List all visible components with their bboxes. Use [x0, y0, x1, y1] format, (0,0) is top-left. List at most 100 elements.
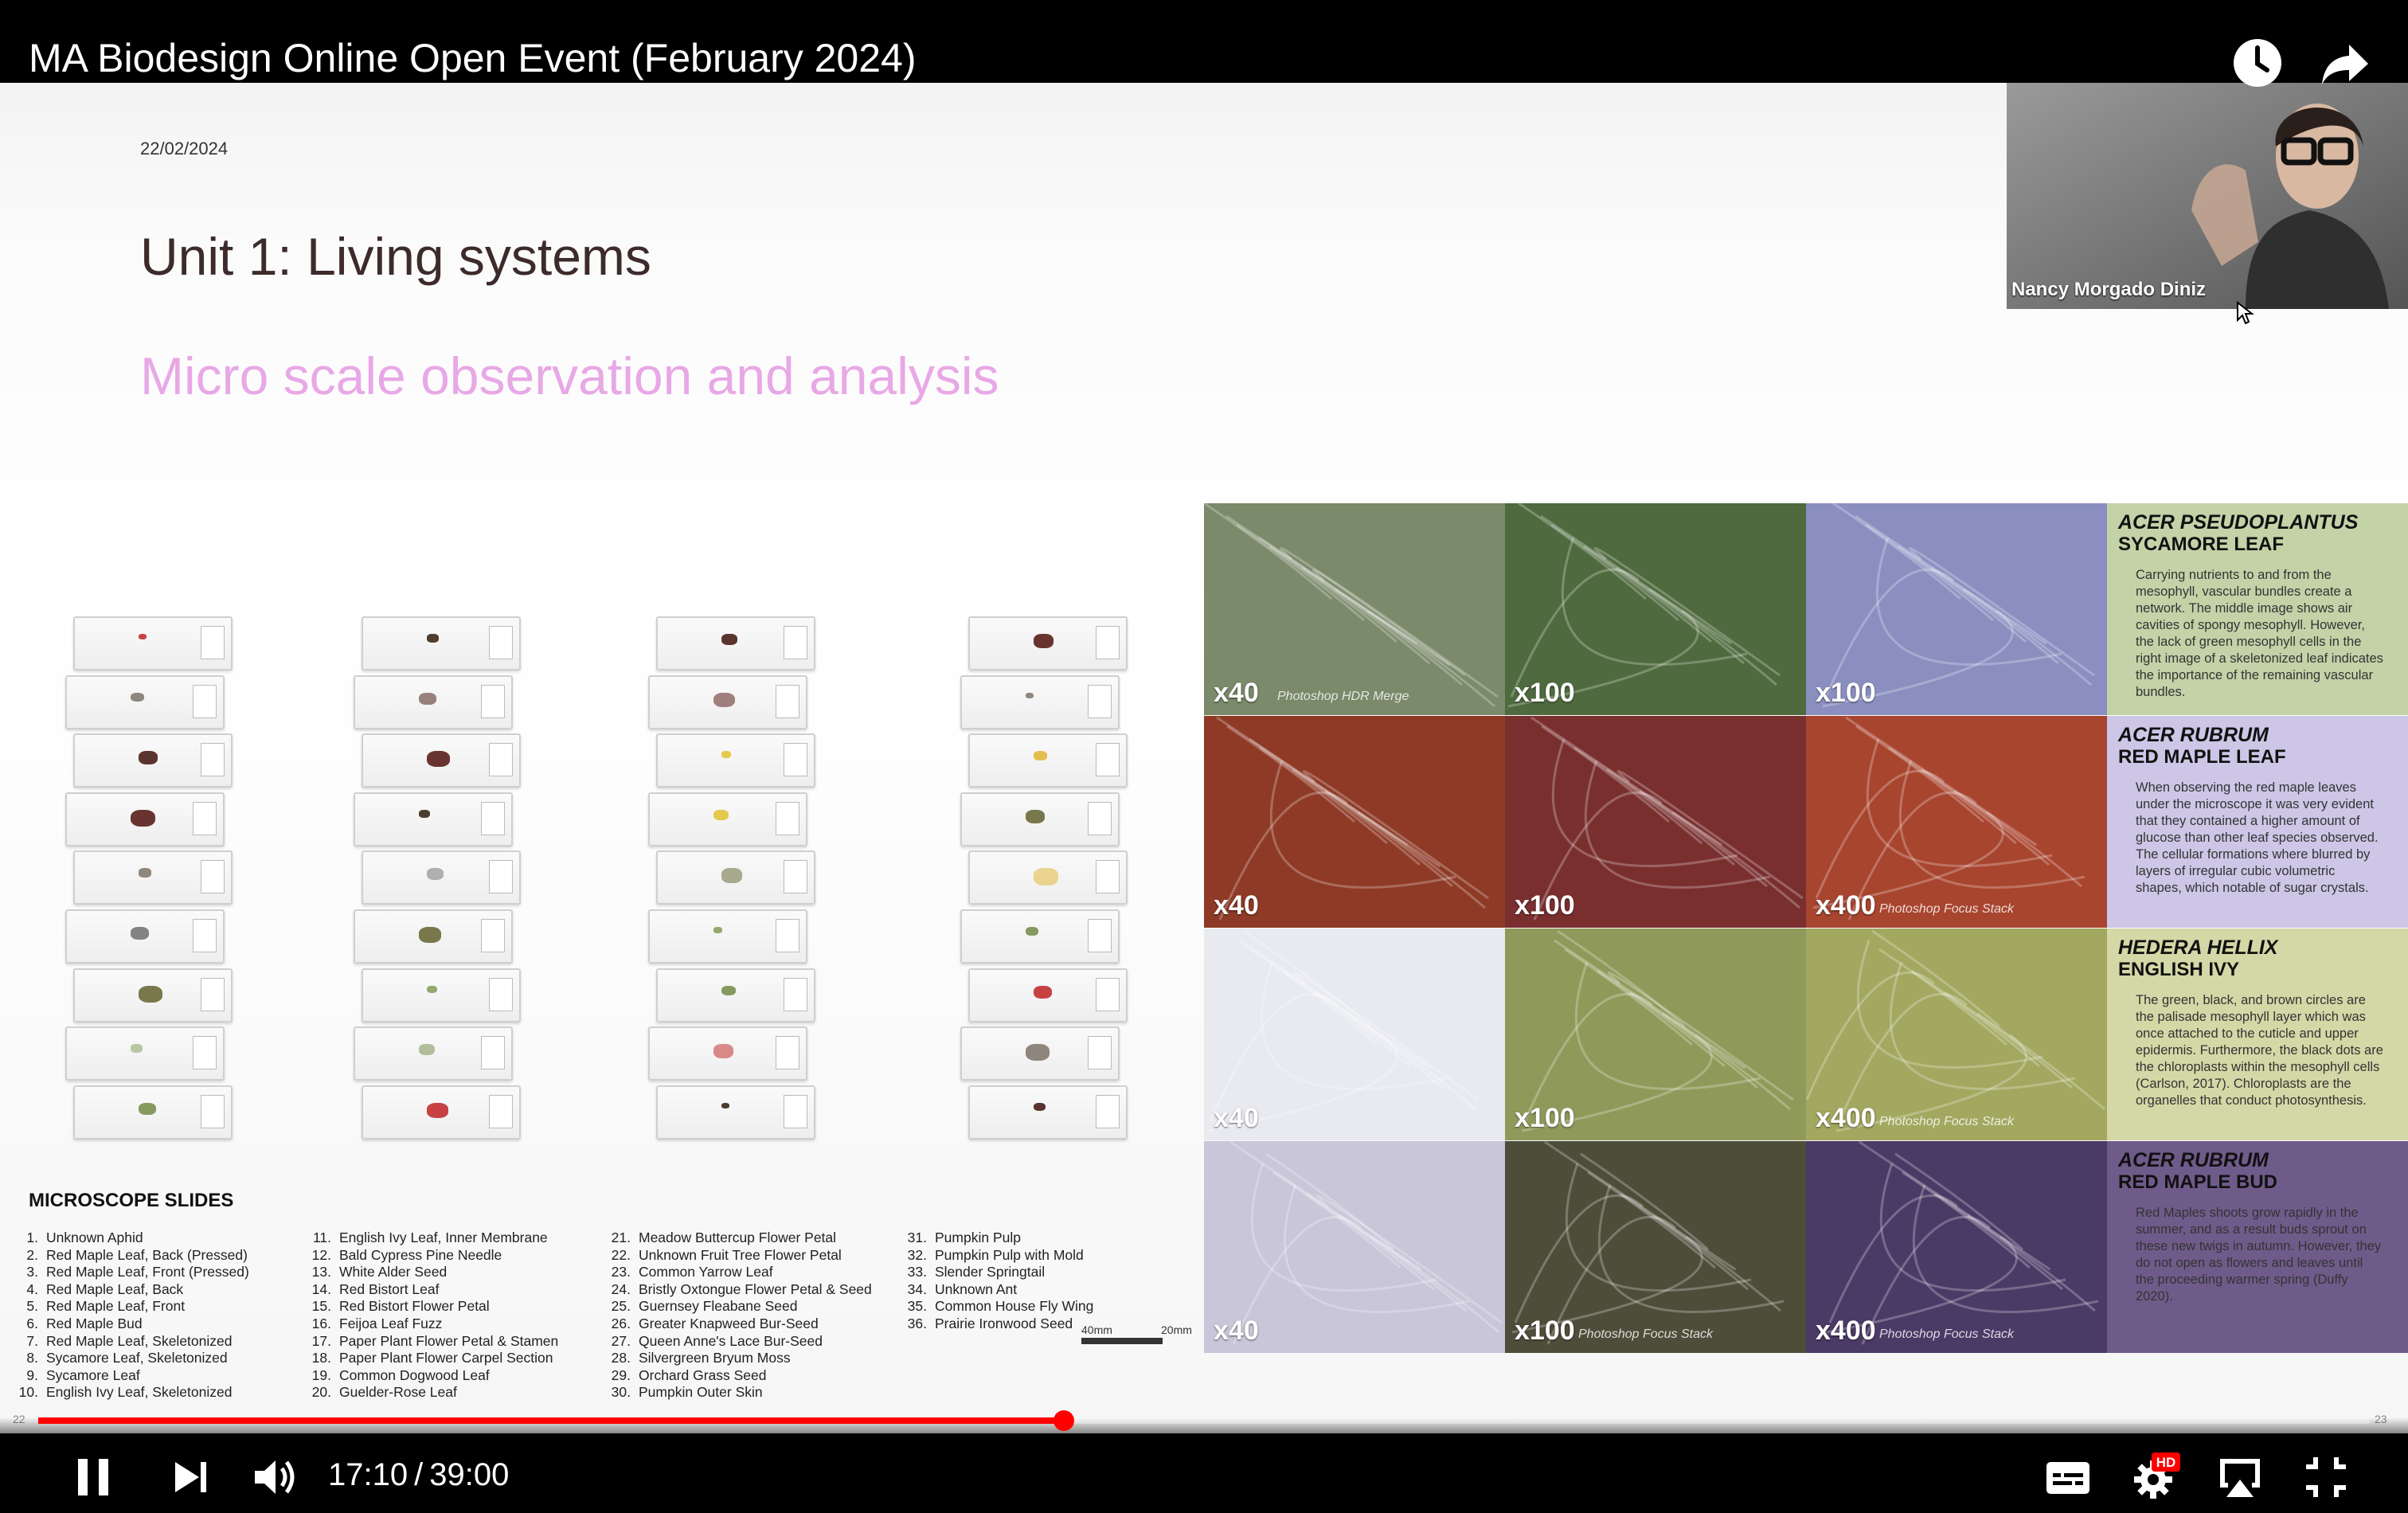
species-common-name: RED MAPLE LEAF [2118, 746, 2286, 768]
slide-title: Unit 1: Living systems [140, 227, 651, 286]
magnification-label: x100 [1515, 678, 1575, 708]
specimen-sample [721, 751, 731, 758]
slide-label-sticker [489, 860, 513, 894]
slide-name: Silvergreen Bryum Moss [639, 1350, 791, 1366]
specimen-sample [131, 927, 149, 940]
glass-slide [362, 850, 521, 905]
slide-name: Greater Knapweed Bur-Seed [639, 1315, 819, 1331]
time-separator: / [414, 1457, 424, 1492]
slide-list-item: 11. English Ivy Leaf, Inner Membrane [304, 1230, 558, 1247]
specimen-sample [419, 927, 441, 943]
clock-icon[interactable] [2230, 35, 2285, 91]
species-common-name: SYCAMORE LEAF [2118, 534, 2285, 555]
slide-number: 26. [611, 1315, 631, 1331]
slide-name: Feijoa Leaf Fuzz [339, 1315, 443, 1331]
specimen-info-panel: ACER RUBRUM RED MAPLE LEAF When observing … [2107, 716, 2408, 928]
next-icon[interactable] [162, 1449, 218, 1505]
slide-label-sticker [784, 743, 807, 777]
glass-slide [656, 616, 815, 670]
species-description: When observing the red maple leaves unde… [2136, 780, 2379, 895]
slide-label-sticker [201, 1094, 225, 1128]
slide-number: 10. [18, 1384, 38, 1401]
slide-list-item: 34. Unknown Ant [900, 1281, 1093, 1299]
slide-label-sticker [489, 743, 513, 777]
glass-slide [656, 850, 815, 905]
progress-played [38, 1417, 1065, 1424]
slide-list-item: 21. Meadow Buttercup Flower Petal [604, 1230, 872, 1247]
micrograph-image: x100 Photoshop Focus Stack [1505, 1141, 1806, 1353]
species-description: Carrying nutrients to and from the mesop… [2136, 568, 2383, 699]
specimen-sample [1034, 1102, 1046, 1112]
slide-list-item: 5. Red Maple Leaf, Front [11, 1298, 249, 1316]
glass-slide [354, 792, 513, 846]
share-arrow-icon[interactable] [2317, 35, 2373, 91]
magnification-label: x40 [1214, 678, 1259, 708]
specimen-sample [131, 1044, 143, 1053]
slide-number: 6. [26, 1315, 38, 1331]
slide-list-item: 27. Queen Anne's Lace Bur-Seed [604, 1333, 872, 1351]
airplay-icon[interactable] [2212, 1449, 2268, 1505]
slide-label-sticker [193, 919, 217, 952]
webcam-overlay: Nancy Morgado Diniz [2007, 83, 2408, 309]
slide-name: Pumpkin Outer Skin [639, 1384, 763, 1401]
slide-name: Pumpkin Pulp [935, 1230, 1021, 1245]
species-description: The green, black, and brown circles are … [2136, 993, 2383, 1108]
species-common-name: ENGLISH IVY [2118, 959, 2240, 980]
video-player[interactable]: MA Biodesign Online Open Event (February… [0, 0, 2408, 1513]
species-latin-name: HEDERA HELLIX [2118, 936, 2278, 959]
micrograph-image: x40 [1204, 929, 1505, 1140]
slide-label-sticker [784, 626, 807, 659]
slide-list-item: 28. Silvergreen Bryum Moss [604, 1350, 872, 1367]
slide-name: Prairie Ironwood Seed [935, 1315, 1073, 1331]
slide-name: White Alder Seed [339, 1264, 448, 1280]
micrograph-image: x40 [1204, 1141, 1505, 1353]
slide-number: 29. [611, 1366, 631, 1383]
slide-name: Red Maple Leaf, Front (Pressed) [46, 1264, 249, 1280]
slide-number: 25. [611, 1298, 631, 1315]
glass-slide [648, 1026, 807, 1081]
duration: 39:00 [429, 1457, 510, 1492]
slide-list-item: 8. Sycamore Leaf, Skeletonized [11, 1350, 249, 1367]
slide-name: Guelder-Rose Leaf [339, 1384, 457, 1401]
slide-label-sticker [489, 977, 513, 1011]
slide-number: 7. [26, 1332, 38, 1349]
presenter-name: Nancy Morgado Diniz [2011, 279, 2207, 300]
video-title[interactable]: MA Biodesign Online Open Event (February… [29, 35, 917, 81]
specimen-sample [427, 751, 450, 768]
magnification-label: x40 [1214, 1316, 1259, 1346]
slide-name: Common Dogwood Leaf [339, 1366, 490, 1383]
player-controls: 17:10/39:00 HD [0, 1410, 2408, 1513]
slide-list-column-3: 21. Meadow Buttercup Flower Petal 22. Unkno… [604, 1230, 872, 1402]
glass-slide [968, 616, 1128, 670]
slide-label-sticker [784, 977, 807, 1011]
slide-label-sticker [1096, 743, 1120, 777]
slide-list-item: 29. Orchard Grass Seed [604, 1367, 872, 1385]
exit-fullscreen-icon[interactable] [2298, 1449, 2354, 1505]
slide-number: 9. [26, 1366, 38, 1383]
magnification-label: x40 [1214, 1103, 1259, 1133]
settings-icon[interactable]: HD [2128, 1449, 2183, 1505]
species-latin-name: ACER PSEUDOPLANTUS [2118, 511, 2359, 534]
progress-bar[interactable] [38, 1410, 2370, 1431]
processing-note: Photoshop HDR Merge [1277, 690, 1409, 703]
slide-label-sticker [784, 860, 807, 894]
slide-list-item: 20. Guelder-Rose Leaf [304, 1384, 558, 1402]
slide-list-item: 7. Red Maple Leaf, Skeletonized [11, 1333, 249, 1351]
glass-slide [960, 792, 1120, 846]
slide-label-sticker [201, 743, 225, 777]
slide-list-column-4: 31. Pumpkin Pulp 32. Pumpkin Pulp with Mold… [900, 1230, 1094, 1333]
slide-list-item: 35. Common House Fly Wing [900, 1298, 1094, 1316]
glass-slide [968, 733, 1128, 788]
slide-list-item: 2. Red Maple Leaf, Back (Pressed) [11, 1247, 249, 1265]
slide-label-sticker [481, 684, 505, 718]
slide-subtitle: Micro scale observation and analysis [140, 346, 999, 405]
slide-list-item: 22. Unknown Fruit Tree Flower Petal [604, 1247, 872, 1265]
slide-list-item: 33. Slender Springtail [900, 1264, 1093, 1281]
scrubber-handle[interactable] [1054, 1410, 1075, 1431]
pause-icon[interactable] [65, 1449, 121, 1505]
specimen-info-panel: ACER RUBRUM RED MAPLE BUD Red Maples shoot… [2107, 1141, 2408, 1353]
slide-number: 14. [311, 1280, 331, 1297]
volume-icon[interactable] [247, 1449, 303, 1505]
slide-label-sticker [1088, 801, 1112, 835]
subtitles-icon[interactable] [2040, 1449, 2096, 1505]
